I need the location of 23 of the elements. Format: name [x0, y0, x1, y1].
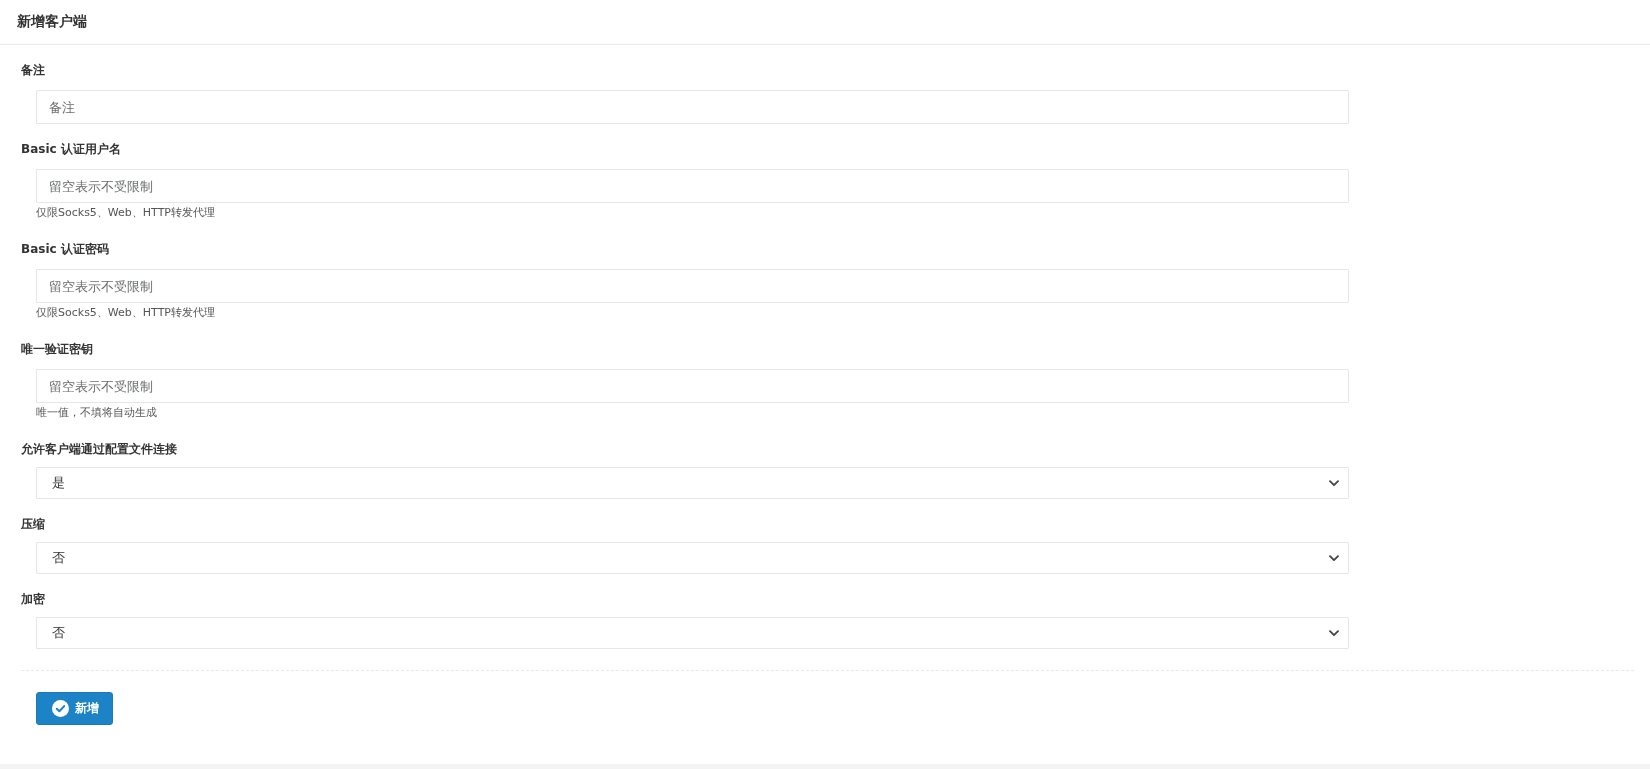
chevron-down-icon: [1329, 629, 1339, 637]
help-text: 仅限Socks5、Web、HTTP转发代理: [36, 205, 215, 221]
chevron-down-icon: [1329, 479, 1339, 487]
help-text: 仅限Socks5、Web、HTTP转发代理: [36, 305, 215, 321]
input-field[interactable]: 留空表示不受限制: [36, 269, 1349, 303]
select-field[interactable]: 否: [36, 542, 1349, 574]
panel-title: 新增客户端: [17, 13, 87, 31]
chevron-down-icon: [1329, 554, 1339, 562]
help-text: 唯一值，不填将自动生成: [36, 405, 157, 421]
field-label: 允许客户端通过配置文件连接: [21, 441, 177, 458]
field-label: Basic 认证用户名: [21, 141, 121, 158]
field-label: Basic 认证密码: [21, 241, 109, 258]
check-circle-icon: [52, 700, 69, 717]
field-label: 备注: [21, 62, 45, 79]
select-field[interactable]: 否: [36, 617, 1349, 649]
add-button[interactable]: 新增: [36, 692, 113, 725]
select-field[interactable]: 是: [36, 467, 1349, 499]
field-label: 唯一验证密钥: [21, 341, 93, 358]
field-label: 加密: [21, 591, 45, 608]
field-label: 压缩: [21, 516, 45, 533]
input-field[interactable]: 备注: [36, 90, 1349, 124]
input-field[interactable]: 留空表示不受限制: [36, 369, 1349, 403]
input-field[interactable]: 留空表示不受限制: [36, 169, 1349, 203]
